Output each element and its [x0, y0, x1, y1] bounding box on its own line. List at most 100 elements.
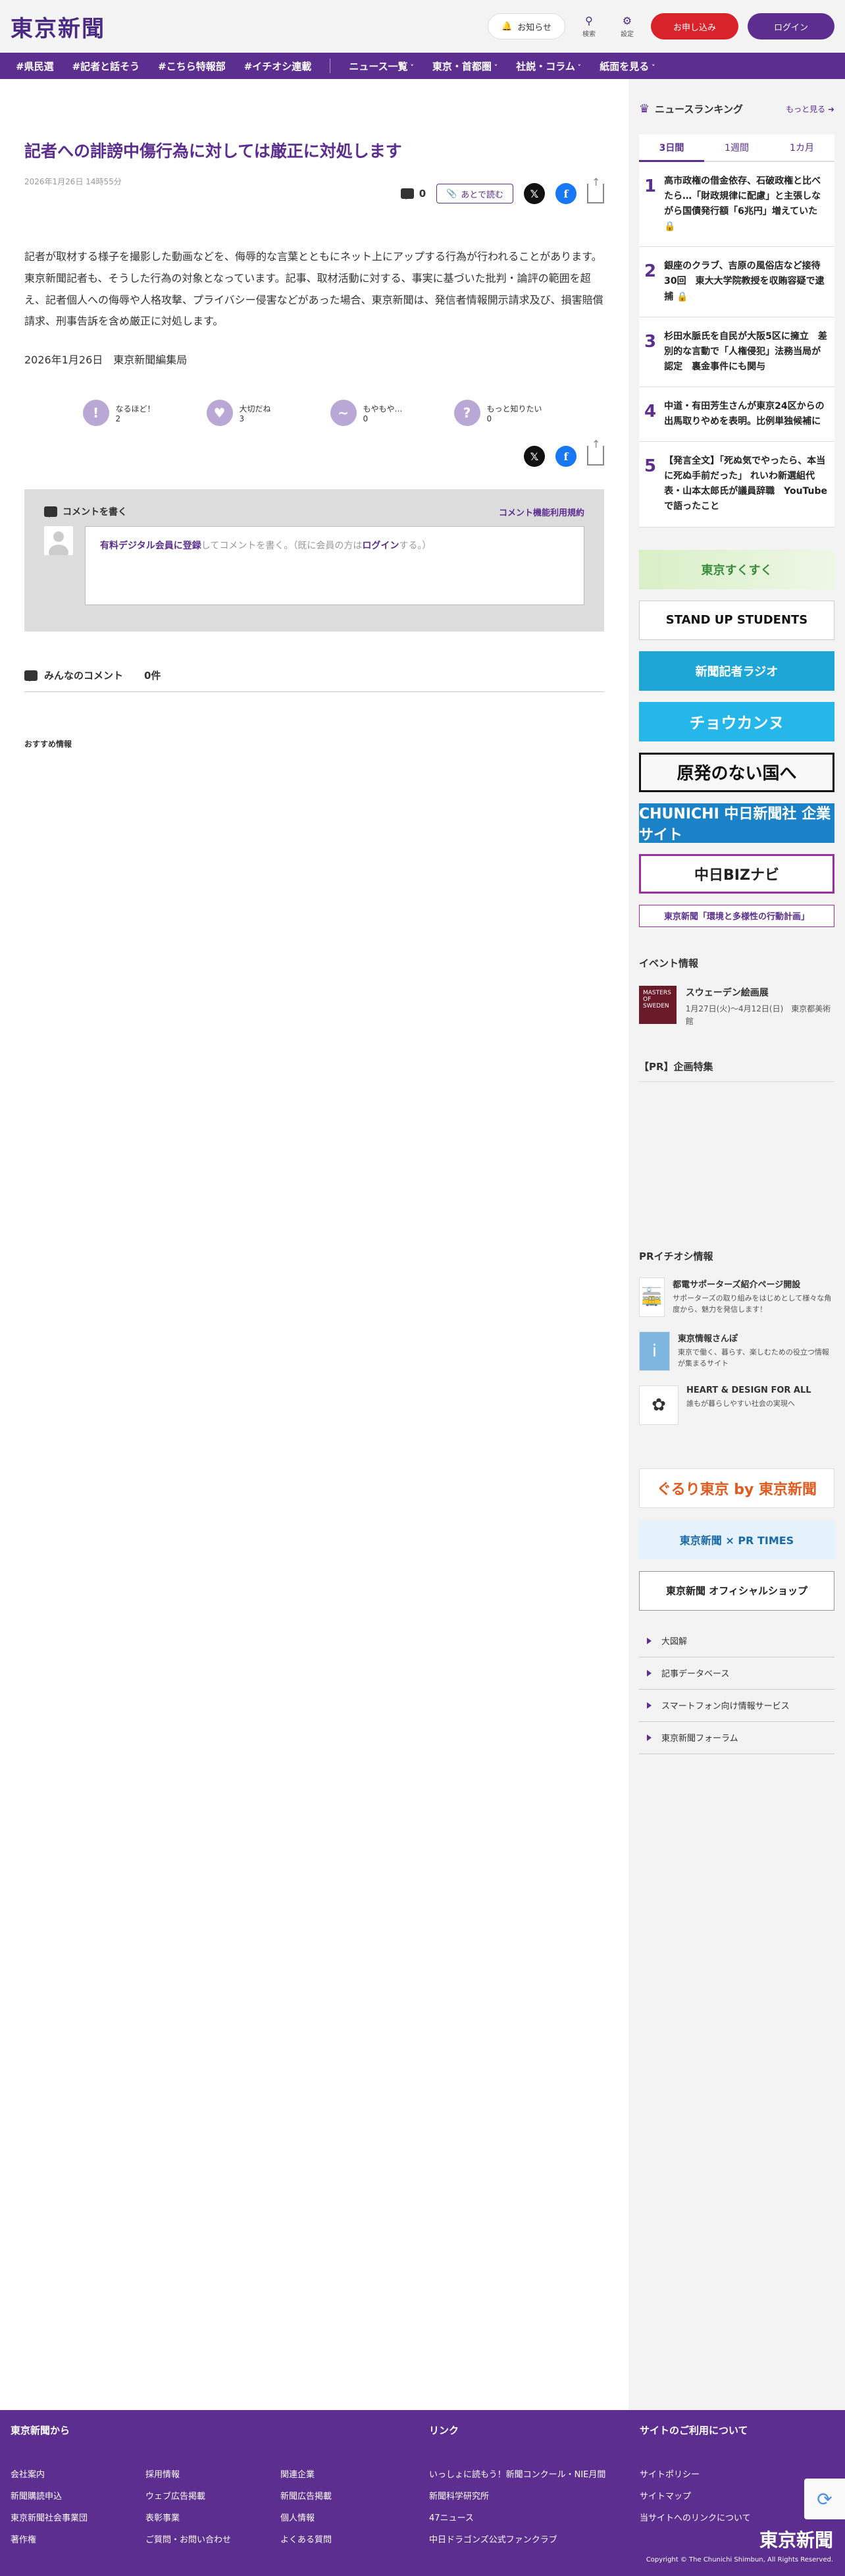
comment-input[interactable]: 有料デジタル会員に登録してコメントを書く。（既に会員の方はログインする。）	[85, 526, 584, 606]
banner-chunichi[interactable]: CHUNICHI 中日新聞社 企業サイト	[639, 803, 834, 844]
banner-genpatsu[interactable]: 原発のない国へ	[639, 752, 834, 792]
nav-tokyo[interactable]: 東京・首都圏	[432, 59, 498, 73]
register-link[interactable]: 有料デジタル会員に登録	[100, 541, 201, 551]
list-item[interactable]: 5 【発言全文】「死ぬ気でやったら、本当に死ぬ手前だった」 れいわ新選組代表・山本…	[639, 442, 834, 527]
footer-col-link: リンク いっしょに読もう！新聞コンクール・NIE月間 新聞科学研究所 47ニュー…	[429, 2423, 640, 2545]
ranking-more-label: もっと見る	[786, 104, 826, 114]
footer-copyright: Copyright © The Chunichi Shimbun, All Ri…	[646, 2556, 833, 2563]
x-share-icon[interactable]: 𝕏	[524, 446, 545, 468]
article-sign: 2026年1月26日 東京新聞編集局	[24, 354, 188, 367]
list-item[interactable]: 4 中道・有田芳生さんが東京24区からの出馬取りやめを表明。比例単独候補に	[639, 387, 834, 443]
list-item[interactable]: 1 高市政権の借金依存、石破政権と比べたら…「財政規律に配慮」と主張しながら国債発…	[639, 162, 834, 248]
gear-icon: ⚙	[622, 14, 632, 27]
reaction-bar: ! なるほど！ 2 ♥ 大切だね 3 ~ もやもや… 0 ? もっと知りたい 0	[24, 400, 604, 427]
comment-count[interactable]: 0	[400, 188, 426, 200]
tab-1week[interactable]: 1週間	[704, 134, 769, 162]
footer-link[interactable]: 関連企業	[280, 2467, 415, 2480]
x-share-icon[interactable]: 𝕏	[524, 183, 545, 204]
footer-link[interactable]: 個人情報	[280, 2511, 415, 2523]
banner-standup[interactable]: STAND UP STUDENTS	[639, 600, 834, 640]
footer-link[interactable]: 当サイトへのリンクについて	[640, 2511, 751, 2523]
footer-link[interactable]: ウェブ広告掲載	[145, 2489, 280, 2502]
banner-biznavi[interactable]: 中日BIZナビ	[639, 853, 834, 894]
ranking-more-link[interactable]: もっと見る ➜	[786, 103, 834, 115]
pr-item-sanpo[interactable]: i 東京情報さんぽ 東京で働く、暮らす、楽しむための役立つ情報が集まるサイト	[639, 1331, 834, 1371]
nav-news-list[interactable]: ニュース一覧	[349, 59, 414, 73]
banner-action-plan[interactable]: 東京新聞「環境と多様性の行動計画」	[639, 904, 834, 927]
footer-link[interactable]: 会社案内	[11, 2467, 145, 2480]
nav-paper[interactable]: 紙面を見る	[600, 59, 655, 73]
reaction-label: もやもや…	[363, 404, 403, 414]
comment-write-label: コメントを書く	[63, 507, 127, 518]
event-item[interactable]: MASTERS OF SWEDEN スウェーデン絵画展 1月27日(火)〜4月1…	[639, 985, 834, 1028]
banner-gururi[interactable]: ぐるり東京 by 東京新聞	[639, 1468, 834, 1508]
recaptcha-icon[interactable]: ⟳	[804, 2479, 845, 2519]
reaction-taisetsu[interactable]: ♥ 大切だね 3	[206, 400, 299, 427]
sidebar-link-smartphone[interactable]: スマートフォン向け情報サービス	[639, 1690, 834, 1722]
sidebar-links: 大図解 記事データベース スマートフォン向け情報サービス 東京新聞フォーラム	[639, 1625, 834, 1754]
footer-link[interactable]: 東京新聞社会事業団	[11, 2511, 145, 2523]
footer-link-grid: 会社案内 採用情報 関連企業 新聞購読申込 ウェブ広告掲載 新聞広告掲載 東京新…	[11, 2467, 429, 2545]
reaction-motto[interactable]: ? もっと知りたい 0	[453, 400, 546, 427]
ranking-title-text: ニュースランキング	[655, 103, 743, 115]
sidebar-link-zukai[interactable]: 大図解	[639, 1625, 834, 1657]
footer-link[interactable]: 著作権	[11, 2533, 145, 2545]
list-item[interactable]: 2 銀座のクラブ、吉原の風俗店など接待30回 東大大学院教授を収賄容疑で逮捕 🔒	[639, 247, 834, 317]
banner-chokanu[interactable]: チョウカンヌ	[639, 701, 834, 741]
footer-link[interactable]: サイトマップ	[640, 2489, 751, 2502]
site-logo[interactable]: 東京新聞	[11, 11, 105, 43]
pr-item-desc: 東京で働く、暮らす、楽しむための役立つ情報が集まるサイト	[677, 1347, 829, 1368]
share-icon[interactable]	[587, 176, 604, 203]
login-button[interactable]: ログイン	[747, 13, 834, 40]
apply-button[interactable]: お申し込み	[650, 13, 738, 40]
banner-sukusuku[interactable]: 東京すくすく	[639, 549, 834, 589]
reaction-moyamoya[interactable]: ~ もやもや… 0	[330, 400, 423, 427]
search-icon: ⚲	[585, 14, 593, 27]
share-icon[interactable]	[587, 438, 604, 466]
footer-link[interactable]: 新聞広告掲載	[280, 2489, 415, 2502]
pr-item-toden[interactable]: 🚋 都電サポーターズ紹介ページ開設 サポーターズの取り組みをはじめとして様々な角度…	[639, 1277, 834, 1317]
read-later-label: あとで読む	[461, 190, 503, 200]
nav-tag-tokuho[interactable]: #こちら特報部	[158, 59, 226, 73]
footer-link[interactable]: 表彰事業	[145, 2511, 280, 2523]
facebook-share-icon[interactable]: f	[555, 183, 576, 204]
read-later-button[interactable]: 📎 あとで読む	[436, 184, 513, 203]
nav-tag-ichioshi[interactable]: #イチオシ連載	[244, 59, 312, 73]
reaction-naruhodo[interactable]: ! なるほど！ 2	[82, 400, 175, 427]
sidebar-link-database[interactable]: 記事データベース	[639, 1657, 834, 1690]
site-header: 東京新聞 🔔 お知らせ ⚲ 検索 ⚙ 設定 お申し込み ログイン	[0, 0, 845, 53]
footer-link[interactable]: いっしょに読もう！新聞コンクール・NIE月間	[429, 2467, 640, 2480]
banner-radio[interactable]: 新聞記者ラジオ	[639, 651, 834, 691]
comment-write-title: コメントを書く	[44, 505, 127, 518]
pr-item-heart-design[interactable]: ✿ HEART & DESIGN FOR ALL 誰もが暮らしやすい社会の実現へ	[639, 1385, 834, 1425]
footer-link[interactable]: 47ニュース	[429, 2511, 640, 2523]
tab-3days[interactable]: 3日間	[639, 134, 704, 162]
comment-rules-link[interactable]: コメント機能利用規約	[499, 506, 584, 518]
search-button[interactable]: ⚲ 検索	[575, 14, 603, 38]
footer-link[interactable]: 新聞科学研究所	[429, 2489, 640, 2502]
banner-prtimes[interactable]: 東京新聞 × PR TIMES	[639, 1519, 834, 1559]
main-nav: #県民選 #記者と話そう #こちら特報部 #イチオシ連載 ニュース一覧 東京・首…	[0, 53, 845, 79]
pr-plan-area	[639, 1082, 834, 1220]
sidebar-link-forum[interactable]: 東京新聞フォーラム	[639, 1722, 834, 1754]
nav-tag-talk[interactable]: #記者と話そう	[72, 59, 140, 73]
settings-button[interactable]: ⚙ 設定	[613, 14, 642, 38]
footer-link[interactable]: 新聞購読申込	[11, 2489, 145, 2502]
tab-1month[interactable]: 1カ月	[769, 134, 834, 162]
facebook-share-icon[interactable]: f	[555, 446, 576, 468]
login-link[interactable]: ログイン	[362, 541, 399, 551]
footer-link[interactable]: よくある質問	[280, 2533, 415, 2545]
banner-shop[interactable]: 東京新聞 オフィシャルショップ	[639, 1570, 834, 1611]
rank-headline: 高市政権の借金依存、石破政権と比べたら…「財政規律に配慮」と主張しながら国債発行…	[664, 176, 821, 232]
footer-logo[interactable]: 東京新聞	[759, 2526, 833, 2552]
notice-button[interactable]: 🔔 お知らせ	[488, 13, 565, 40]
footer-link[interactable]: 採用情報	[145, 2467, 280, 2480]
list-item[interactable]: 3 杉田水脈氏を自民が大阪5区に擁立 差別的な言動で「人権侵犯」法務当局が認定 裏…	[639, 317, 834, 387]
pr-pick-title: PRイチオシ情報	[639, 1250, 713, 1262]
footer-link[interactable]: 中日ドラゴンズ公式ファンクラブ	[429, 2533, 640, 2545]
footer-link[interactable]: サイトポリシー	[640, 2467, 751, 2480]
nav-tag-kenminsen[interactable]: #県民選	[16, 59, 54, 73]
nav-editorial[interactable]: 社説・コラム	[516, 59, 581, 73]
site-footer: 東京新聞から 会社案内 採用情報 関連企業 新聞購読申込 ウェブ広告掲載 新聞広…	[0, 2410, 845, 2576]
footer-link[interactable]: ご質問・お問い合わせ	[145, 2533, 280, 2545]
